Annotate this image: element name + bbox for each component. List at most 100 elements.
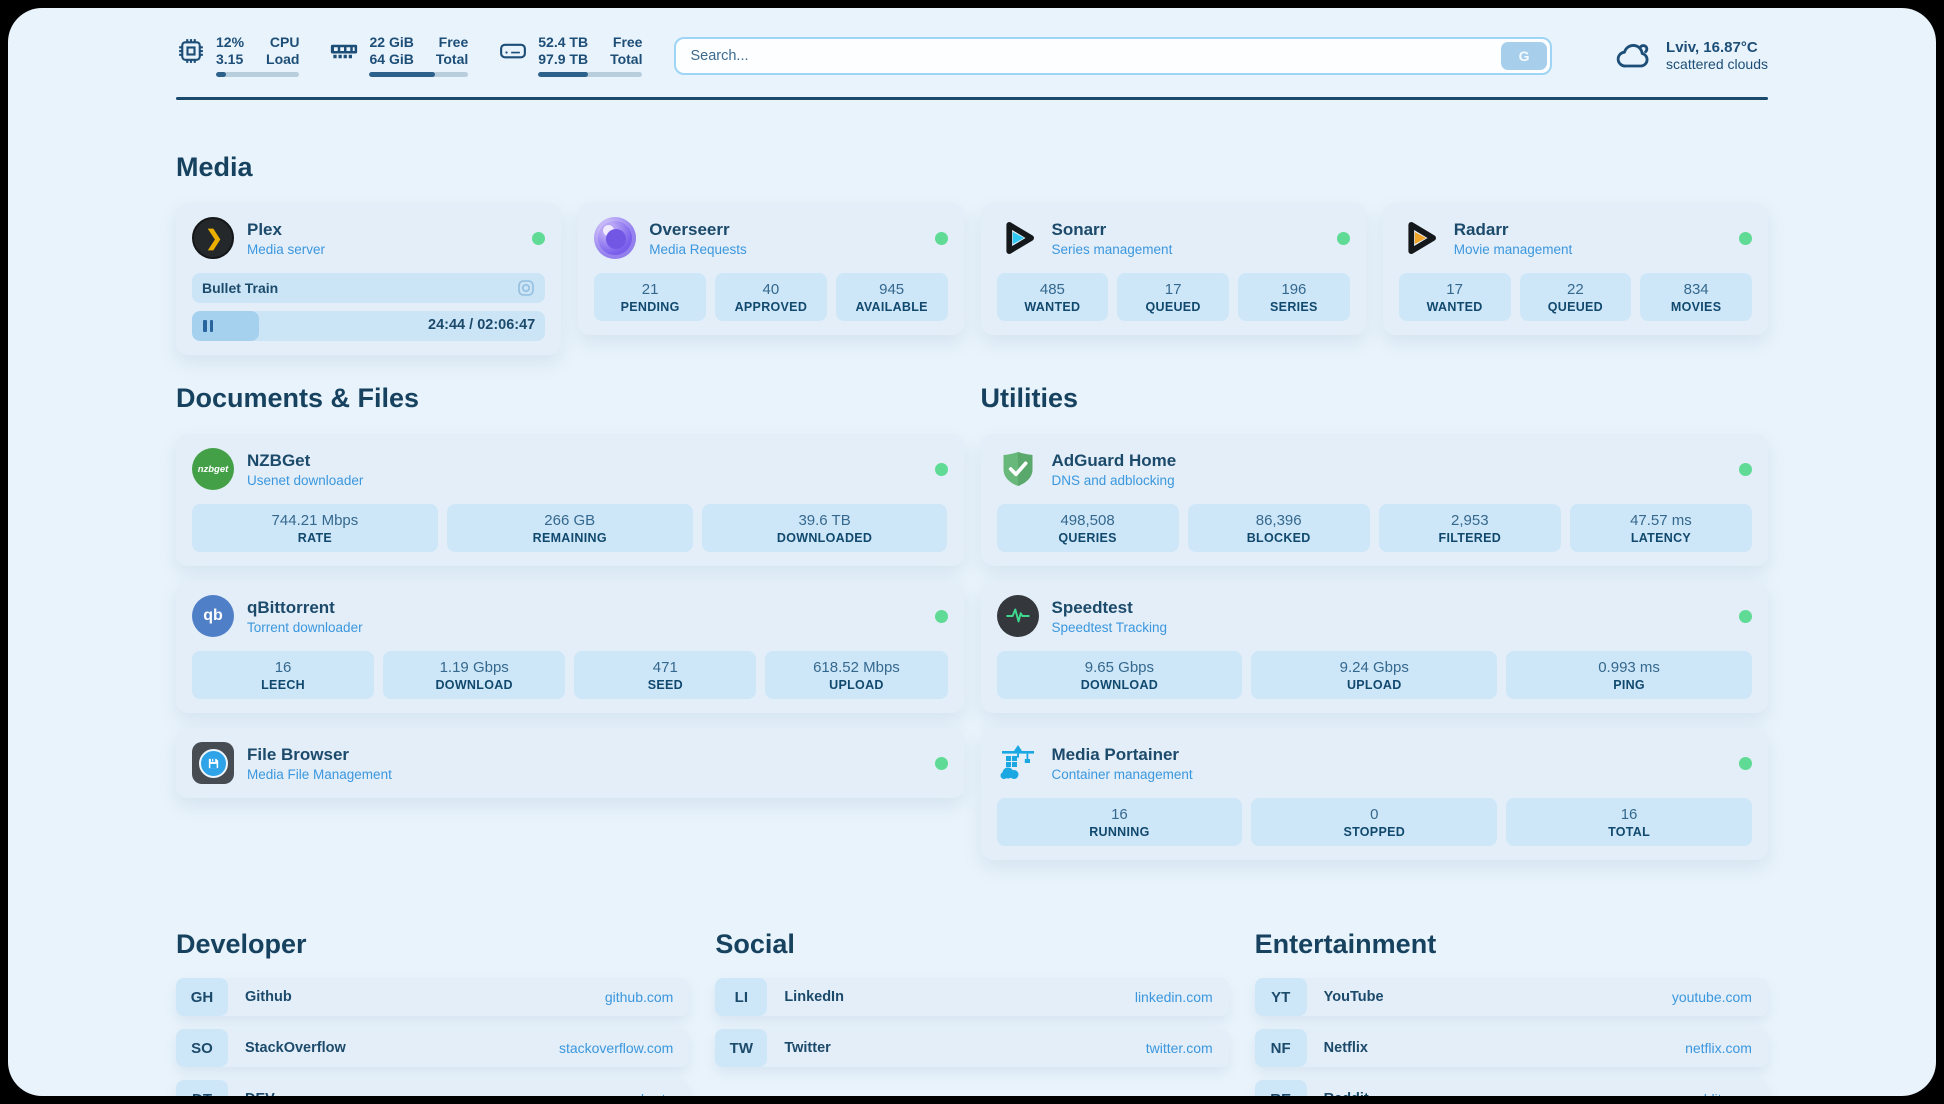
header-divider bbox=[176, 97, 1768, 100]
service-subtitle: Media Requests bbox=[649, 242, 747, 257]
status-dot bbox=[1739, 757, 1752, 770]
bookmark-url[interactable]: netflix.com bbox=[1685, 1040, 1768, 1056]
stat-tile: 2,953 FILTERED bbox=[1379, 504, 1561, 552]
stat-label: SERIES bbox=[1242, 300, 1346, 314]
stat-tile: 471 SEED bbox=[574, 651, 756, 699]
service-name[interactable]: Radarr bbox=[1454, 220, 1573, 240]
weather-widget: Lviv, 16.87°C scattered clouds bbox=[1614, 36, 1768, 76]
stat-value: 618.52 Mbps bbox=[769, 659, 943, 676]
stat-tile: 834 MOVIES bbox=[1640, 273, 1752, 321]
status-dot bbox=[532, 232, 545, 245]
stat-tile: 266 GB REMAINING bbox=[447, 504, 693, 552]
stat-label: RUNNING bbox=[1001, 825, 1239, 839]
service-name[interactable]: AdGuard Home bbox=[1052, 451, 1177, 471]
cpu-progress-bar bbox=[216, 72, 299, 77]
stat-value: 16 bbox=[1510, 806, 1748, 823]
service-card-plex[interactable]: ❯ Plex Media server Bullet Train 24:44 /… bbox=[176, 203, 561, 355]
service-card-sonarr[interactable]: Sonarr Series management 485 WANTED 17 Q… bbox=[981, 203, 1366, 335]
service-name[interactable]: File Browser bbox=[247, 745, 392, 765]
bookmark-youtube[interactable]: YT YouTube youtube.com bbox=[1255, 978, 1768, 1016]
stat-value: 21 bbox=[598, 281, 702, 298]
service-name[interactable]: Speedtest bbox=[1052, 598, 1168, 618]
stat-value: 834 bbox=[1644, 281, 1748, 298]
stat-tile: 21 PENDING bbox=[594, 273, 706, 321]
search-engine-button[interactable]: G bbox=[1501, 42, 1547, 70]
utilities-column: Utilities AdGuard Home DNS and adblockin… bbox=[981, 383, 1769, 875]
bookmark-url[interactable]: stackoverflow.com bbox=[559, 1040, 689, 1056]
weather-location: Lviv, 16.87°C bbox=[1666, 39, 1768, 56]
system-stats: 12% CPU 3.15 Load bbox=[176, 34, 642, 77]
stat-value: 39.6 TB bbox=[706, 512, 944, 529]
service-card-nzbget[interactable]: nzbget NZBGet Usenet downloader 744.21 M… bbox=[176, 434, 964, 566]
stat-label: WANTED bbox=[1403, 300, 1507, 314]
stat-label: PENDING bbox=[598, 300, 702, 314]
stat-label: LEECH bbox=[196, 678, 370, 692]
stat-label: DOWNLOADED bbox=[706, 531, 944, 545]
bookmark-url[interactable]: twitter.com bbox=[1146, 1040, 1229, 1056]
disk-free-value: 52.4 TB bbox=[538, 34, 588, 50]
stat-tile: 9.24 Gbps UPLOAD bbox=[1251, 651, 1497, 699]
stat-value: 1.19 Gbps bbox=[387, 659, 561, 676]
stat-value: 86,396 bbox=[1192, 512, 1366, 529]
section-title-developer: Developer bbox=[176, 929, 689, 960]
playback-time: 24:44 / 02:06:47 bbox=[428, 317, 535, 333]
status-dot bbox=[1337, 232, 1350, 245]
stat-label: BLOCKED bbox=[1192, 531, 1366, 545]
service-card-speedtest[interactable]: Speedtest Speedtest Tracking 9.65 Gbps D… bbox=[981, 581, 1769, 713]
bookmark-netflix[interactable]: NF Netflix netflix.com bbox=[1255, 1029, 1768, 1067]
bookmark-url[interactable]: reddit.com bbox=[1687, 1091, 1768, 1096]
bookmark-url[interactable]: github.com bbox=[605, 989, 689, 1005]
stat-tile: 16 TOTAL bbox=[1506, 798, 1752, 846]
playback-progress-bar[interactable]: 24:44 / 02:06:47 bbox=[192, 311, 545, 341]
search-input[interactable] bbox=[674, 37, 1552, 75]
service-card-adguard[interactable]: AdGuard Home DNS and adblocking 498,508 … bbox=[981, 434, 1769, 566]
service-subtitle: DNS and adblocking bbox=[1052, 473, 1177, 488]
ram-label-bottom: Total bbox=[436, 51, 468, 67]
stat-value: 47.57 ms bbox=[1574, 512, 1748, 529]
stat-value: 16 bbox=[196, 659, 370, 676]
bookmark-reddit[interactable]: RE Reddit reddit.com bbox=[1255, 1080, 1768, 1096]
bookmark-url[interactable]: youtube.com bbox=[1672, 989, 1768, 1005]
service-card-portainer[interactable]: Media Portainer Container management 16 … bbox=[981, 728, 1769, 860]
service-name[interactable]: Overseerr bbox=[649, 220, 747, 240]
service-name[interactable]: Sonarr bbox=[1052, 220, 1173, 240]
stat-value: 0 bbox=[1255, 806, 1493, 823]
service-card-filebrowser[interactable]: File Browser Media File Management bbox=[176, 728, 964, 798]
stat-label: QUERIES bbox=[1001, 531, 1175, 545]
service-name[interactable]: NZBGet bbox=[247, 451, 363, 471]
bookmark-stackoverflow[interactable]: SO StackOverflow stackoverflow.com bbox=[176, 1029, 689, 1067]
stat-tile: 47.57 ms LATENCY bbox=[1570, 504, 1752, 552]
bookmark-url[interactable]: dev.to bbox=[636, 1091, 689, 1096]
bookmark-github[interactable]: GH Github github.com bbox=[176, 978, 689, 1016]
service-name[interactable]: Media Portainer bbox=[1052, 745, 1193, 765]
stat-label: DOWNLOAD bbox=[387, 678, 561, 692]
service-subtitle: Media File Management bbox=[247, 767, 392, 782]
cast-icon[interactable] bbox=[517, 279, 535, 297]
disk-icon bbox=[498, 36, 528, 66]
cpu-percent: 12% bbox=[216, 34, 244, 50]
section-title-media: Media bbox=[176, 152, 1768, 183]
stat-label: REMAINING bbox=[451, 531, 689, 545]
adguard-icon bbox=[997, 448, 1039, 490]
service-name[interactable]: Plex bbox=[247, 220, 325, 240]
bookmark-url[interactable]: linkedin.com bbox=[1135, 989, 1229, 1005]
bookmark-name: Netflix bbox=[1307, 1040, 1368, 1056]
service-card-overseerr[interactable]: Overseerr Media Requests 21 PENDING 40 A… bbox=[578, 203, 963, 335]
bookmark-dev[interactable]: DT DEV dev.to bbox=[176, 1080, 689, 1096]
bookmark-linkedin[interactable]: LI LinkedIn linkedin.com bbox=[715, 978, 1228, 1016]
documents-column: Documents & Files nzbget NZBGet Usenet d… bbox=[176, 383, 964, 813]
bookmark-abbr: TW bbox=[715, 1029, 767, 1067]
pause-icon bbox=[203, 320, 213, 332]
sonarr-icon bbox=[997, 217, 1039, 259]
stat-tile: 17 QUEUED bbox=[1117, 273, 1229, 321]
service-card-radarr[interactable]: Radarr Movie management 17 WANTED 22 QUE… bbox=[1383, 203, 1768, 335]
service-subtitle: Torrent downloader bbox=[247, 620, 363, 635]
cpu-icon bbox=[176, 36, 206, 66]
now-playing-row: Bullet Train bbox=[192, 273, 545, 303]
bookmark-twitter[interactable]: TW Twitter twitter.com bbox=[715, 1029, 1228, 1067]
service-card-qbittorrent[interactable]: qb qBittorrent Torrent downloader 16 LEE… bbox=[176, 581, 964, 713]
service-subtitle: Usenet downloader bbox=[247, 473, 363, 488]
stat-tile: 9.65 Gbps DOWNLOAD bbox=[997, 651, 1243, 699]
stat-value: 17 bbox=[1121, 281, 1225, 298]
service-name[interactable]: qBittorrent bbox=[247, 598, 363, 618]
